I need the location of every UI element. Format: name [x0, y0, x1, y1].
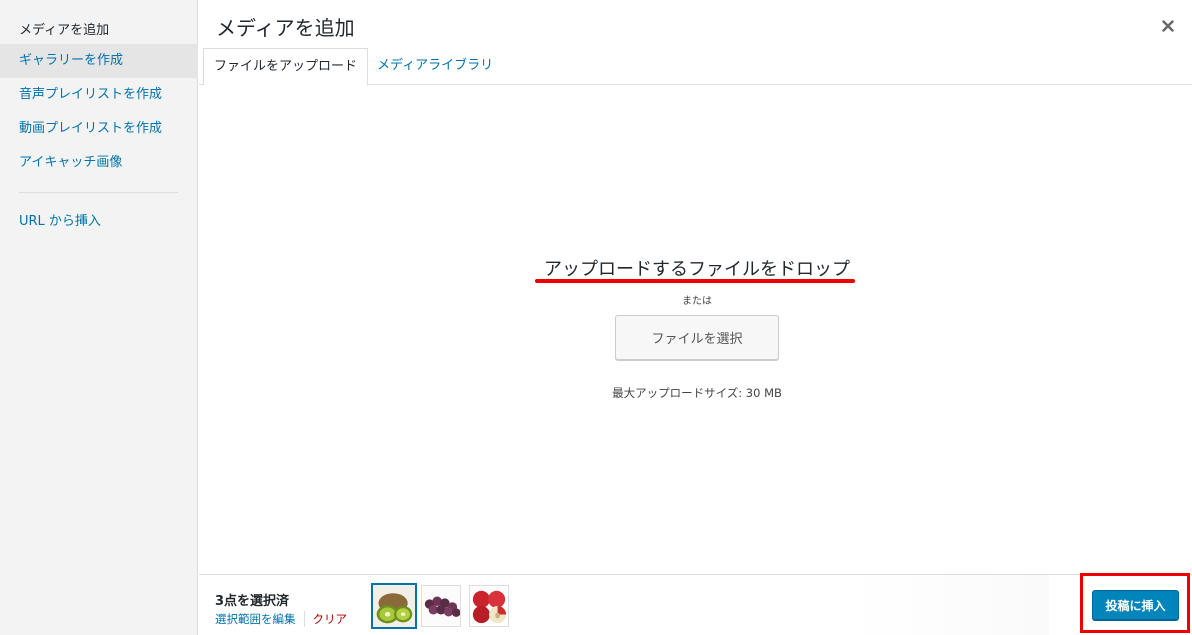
tab-upload-files[interactable]: ファイルをアップロード — [203, 48, 369, 86]
media-sidebar: メディアを追加 ギャラリーを作成 音声プレイリストを作成 動画プレイリストを作成… — [0, 0, 198, 635]
selection-links: 選択範囲を編集 クリア — [215, 611, 347, 627]
media-toolbar: 3点を選択済 選択範囲を編集 クリア — [199, 574, 1192, 635]
sidebar-title: メディアを追加 — [19, 23, 110, 38]
select-files-button[interactable]: ファイルを選択 — [615, 315, 779, 360]
sidebar-item-featured-image[interactable]: アイキャッチ画像 — [0, 146, 198, 180]
modal-title: メディアを追加 — [216, 16, 355, 40]
edit-selection-link[interactable]: 選択範囲を編集 — [215, 611, 296, 627]
red-underline-annotation — [535, 279, 855, 283]
tab-media-library[interactable]: メディアライブラリ — [367, 48, 503, 86]
apples-thumbnail[interactable] — [469, 585, 509, 627]
kiwi-thumbnail[interactable] — [371, 583, 417, 629]
sidebar-separator — [19, 192, 178, 193]
toolbar-shade — [849, 575, 1049, 635]
drop-files-text: アップロードするファイルをドロップ — [544, 259, 850, 280]
sidebar-item-create-gallery[interactable]: ギャラリーを作成 — [0, 44, 198, 78]
max-upload-size: 最大アップロードサイズ: 30 MB — [612, 386, 782, 400]
grapes-image — [422, 586, 460, 626]
apples-image — [470, 586, 508, 626]
selection-count: 3点を選択済 — [215, 594, 290, 609]
sidebar-item-create-audio-playlist[interactable]: 音声プレイリストを作成 — [0, 78, 198, 112]
insert-into-post-button[interactable]: 投稿に挿入 — [1092, 590, 1179, 620]
close-icon — [1162, 20, 1174, 32]
kiwi-image — [373, 585, 415, 627]
or-text: または — [682, 296, 712, 307]
link-divider — [303, 611, 305, 627]
close-button[interactable] — [1156, 14, 1180, 38]
router-tabs: ファイルをアップロード メディアライブラリ — [199, 47, 1192, 86]
sidebar-item-insert-from-url[interactable]: URL から挿入 — [0, 205, 198, 239]
clear-selection-link[interactable]: クリア — [313, 611, 348, 627]
grapes-thumbnail[interactable] — [421, 585, 461, 627]
sidebar-item-create-video-playlist[interactable]: 動画プレイリストを作成 — [0, 112, 198, 146]
